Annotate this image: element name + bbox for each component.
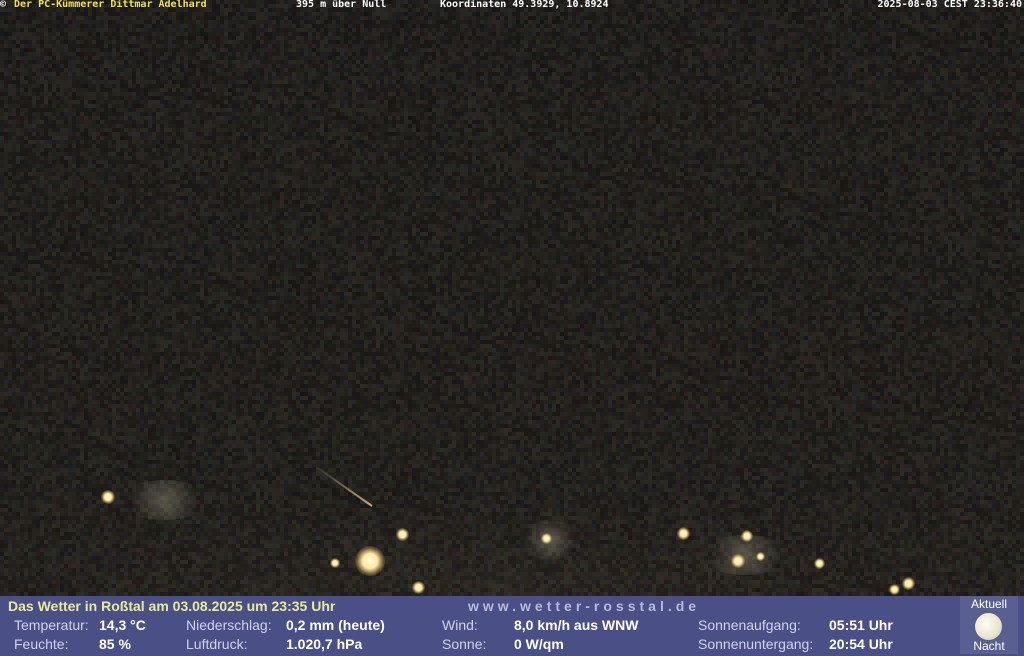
timestamp: 2025-08-03 CEST 23:36:40 — [877, 0, 1023, 10]
temperature-value: 14,3 °C — [99, 617, 146, 633]
town-light — [731, 554, 745, 568]
sunrise-label: Sonnenaufgang: — [698, 617, 801, 633]
coordinates-text: Koordinaten 49.3929, 10.8924 — [440, 0, 609, 10]
town-light — [330, 558, 340, 568]
town-light — [412, 581, 425, 594]
town-light — [677, 527, 690, 540]
precipitation-value: 0,2 mm (heute) — [286, 617, 385, 633]
town-light-bright — [355, 546, 385, 576]
town-light — [814, 558, 825, 569]
precipitation-label: Niederschlag: — [186, 617, 272, 633]
wind-value: 8,0 km/h aus WNW — [514, 617, 639, 633]
town-light — [902, 577, 915, 590]
temperature-label: Temperatur: — [14, 617, 89, 633]
moon-bottom-label: Nacht — [973, 639, 1005, 653]
altitude-text: 395 m über Null — [296, 0, 387, 10]
moon-top-label: Aktuell — [970, 597, 1008, 611]
humidity-value: 85 % — [99, 636, 131, 652]
town-light — [756, 552, 765, 561]
wind-label: Wind: — [442, 617, 478, 633]
website-link[interactable]: www.wetter-rosstal.de — [468, 598, 700, 614]
sun-value: 0 W/qm — [514, 636, 564, 652]
sunrise-value: 05:51 Uhr — [829, 617, 893, 633]
sunset-label: Sonnenuntergang: — [698, 636, 814, 652]
sunset-value: 20:54 Uhr — [829, 636, 893, 652]
town-light — [101, 490, 115, 504]
town-light — [541, 533, 552, 544]
distant-haze — [120, 480, 210, 520]
humidity-label: Feuchte: — [14, 636, 69, 652]
moon-phase-box: Aktuell Nacht — [960, 596, 1018, 654]
pressure-value: 1.020,7 hPa — [286, 636, 363, 652]
town-light — [741, 530, 753, 542]
camera-owner: Der PC-Kümmerer Dittmar Adelhard — [14, 0, 207, 10]
sun-label: Sonne: — [442, 636, 487, 652]
weather-panel: Das Wetter in Roßtal am 03.08.2025 um 23… — [0, 596, 1024, 656]
moon-icon — [975, 613, 1002, 640]
webcam-image: © Der PC-Kümmerer Dittmar Adelhard 395 m… — [0, 0, 1024, 656]
camera-info-bar: © Der PC-Kümmerer Dittmar Adelhard 395 m… — [0, 0, 1024, 10]
town-light — [889, 584, 900, 595]
pressure-label: Luftdruck: — [186, 636, 248, 652]
town-light — [396, 528, 409, 541]
weather-title: Das Wetter in Roßtal am 03.08.2025 um 23… — [8, 598, 336, 614]
copyright-symbol: © — [0, 0, 7, 10]
night-sky-noise — [0, 0, 1024, 656]
